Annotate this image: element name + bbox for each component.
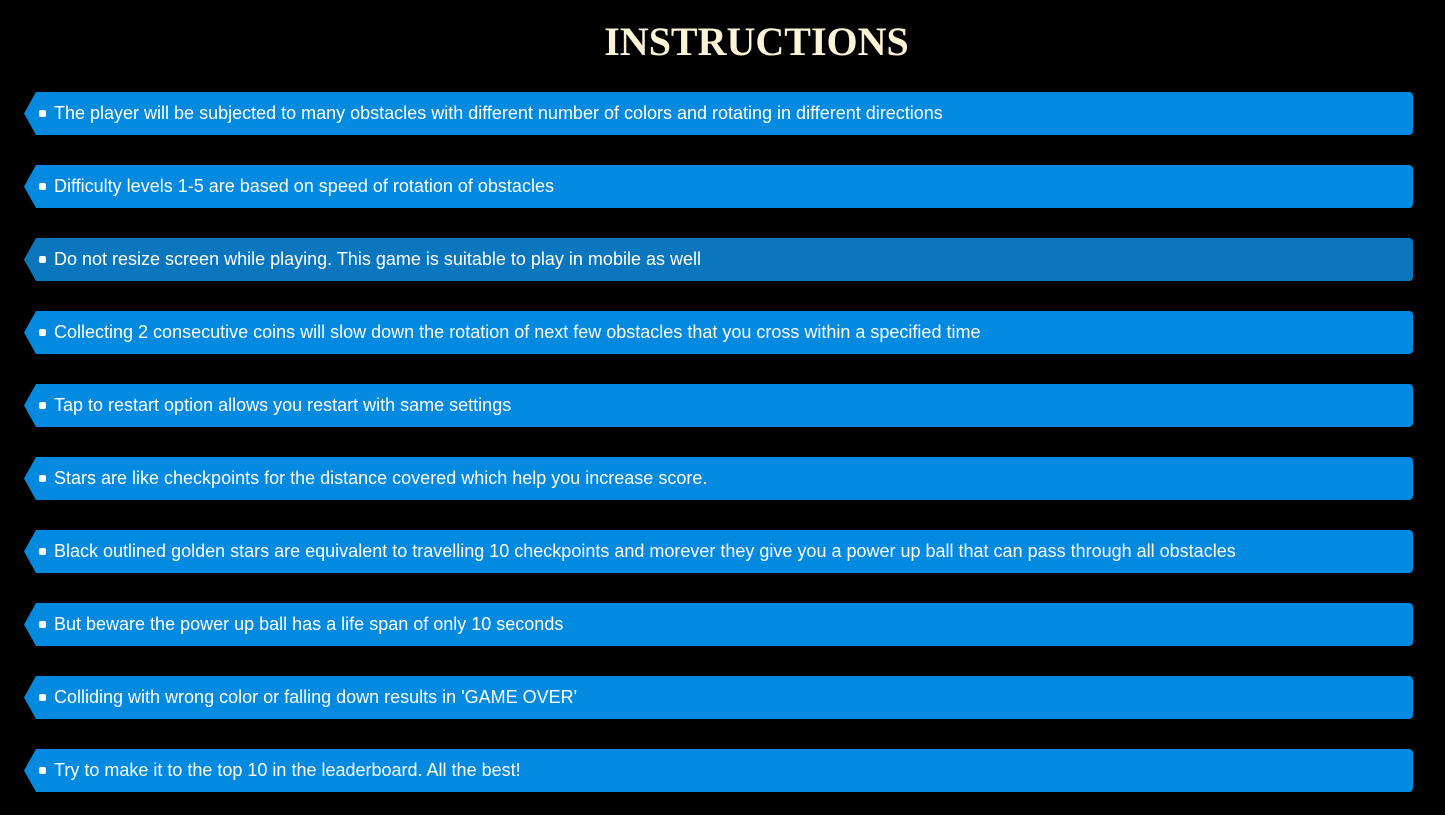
instruction-item: Black outlined golden stars are equivale… [24, 530, 1413, 573]
instruction-item: Difficulty levels 1-5 are based on speed… [24, 165, 1413, 208]
instruction-text: Try to make it to the top 10 in the lead… [54, 760, 521, 780]
square-bullet-icon [39, 256, 46, 263]
square-bullet-icon [39, 548, 46, 555]
instruction-text: Stars are like checkpoints for the dista… [54, 468, 708, 488]
square-bullet-icon [39, 475, 46, 482]
instruction-text: Collecting 2 consecutive coins will slow… [54, 322, 981, 342]
square-bullet-icon [39, 694, 46, 701]
instruction-text: Black outlined golden stars are equivale… [54, 541, 1236, 561]
instruction-text: Do not resize screen while playing. This… [54, 249, 701, 269]
instruction-list: The player will be subjected to many obs… [24, 92, 1413, 815]
instruction-item: Tap to restart option allows you restart… [24, 384, 1413, 427]
instruction-text: Tap to restart option allows you restart… [54, 395, 512, 415]
instruction-text: The player will be subjected to many obs… [54, 103, 943, 123]
square-bullet-icon [39, 621, 46, 628]
page-title: INSTRUCTIONS [604, 19, 909, 64]
square-bullet-icon [39, 183, 46, 190]
instruction-text: Difficulty levels 1-5 are based on speed… [54, 176, 554, 196]
square-bullet-icon [39, 767, 46, 774]
instruction-item: Collecting 2 consecutive coins will slow… [24, 311, 1413, 354]
instruction-item: Do not resize screen while playing. This… [24, 238, 1413, 281]
instructions-page: INSTRUCTIONS The player will be subjecte… [0, 0, 1445, 815]
square-bullet-icon [39, 329, 46, 336]
instruction-item: Colliding with wrong color or falling do… [24, 676, 1413, 719]
instruction-item: Try to make it to the top 10 in the lead… [24, 749, 1413, 792]
instruction-text: Colliding with wrong color or falling do… [54, 687, 578, 707]
square-bullet-icon [39, 402, 46, 409]
instruction-item: But beware the power up ball has a life … [24, 603, 1413, 646]
square-bullet-icon [39, 110, 46, 117]
instruction-item: The player will be subjected to many obs… [24, 92, 1413, 135]
instruction-item: Stars are like checkpoints for the dista… [24, 457, 1413, 500]
instruction-text: But beware the power up ball has a life … [54, 614, 564, 634]
